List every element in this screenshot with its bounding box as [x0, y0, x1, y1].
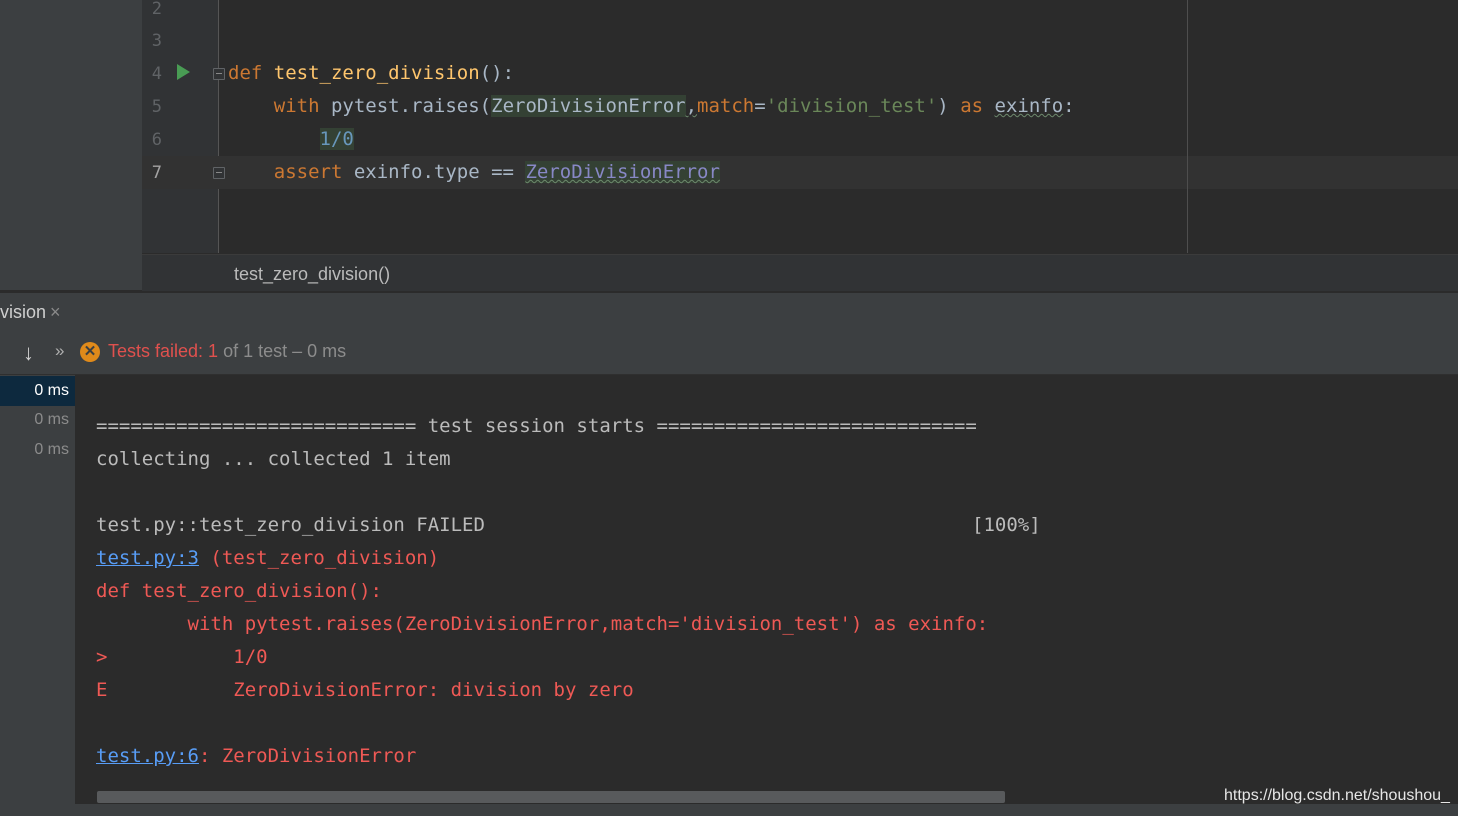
code-text: =	[754, 95, 766, 117]
console-line: collecting ... collected 1 item	[96, 448, 451, 470]
more-icon[interactable]: »	[55, 341, 64, 361]
console-text: (test_zero_division)	[198, 547, 440, 569]
code-text: pytest.raises(	[319, 95, 492, 117]
progress-percent: [100%]	[972, 514, 1041, 536]
code-line-5: with pytest.raises(ZeroDivisionError,mat…	[228, 95, 1075, 117]
line-number: 3	[151, 31, 162, 51]
console-line: test.py:3 (test_zero_division)	[96, 547, 439, 569]
status-bar	[0, 804, 1458, 816]
string-literal: 'division_test'	[765, 95, 938, 117]
line-number: 6	[151, 130, 162, 150]
fold-end-icon[interactable]	[213, 167, 225, 179]
test-duration-selected[interactable]: 0 ms	[0, 376, 75, 406]
code-text: )	[937, 95, 961, 117]
test-duration[interactable]: 0 ms	[0, 411, 69, 429]
run-tool-window-tabs: vision ×	[0, 292, 1458, 333]
code-text: ():	[479, 62, 515, 84]
console-error-line: E ZeroDivisionError: division by zero	[96, 679, 634, 701]
arrow-down-icon[interactable]: ↓	[23, 340, 34, 366]
test-runner-toolbar: ↓ » ✕ Tests failed: 1 of 1 test – 0 ms	[0, 332, 1458, 375]
project-panel-strip	[0, 0, 142, 290]
source-link[interactable]: test.py:3	[96, 547, 199, 569]
code-editor[interactable]	[219, 0, 1458, 253]
code-text: ,	[685, 95, 698, 117]
keyword: as	[960, 95, 984, 117]
param-name: match	[697, 95, 755, 117]
right-margin-guide	[1187, 0, 1188, 253]
code-text: :	[1063, 95, 1075, 117]
test-tree: 0 ms 0 ms 0 ms	[0, 375, 76, 816]
tests-failed-label: Tests failed: 1	[108, 341, 219, 361]
keyword: assert	[273, 161, 343, 183]
breadcrumb[interactable]: test_zero_division()	[234, 264, 390, 285]
function-name: test_zero_division	[273, 62, 480, 84]
code-text: exinfo.type ==	[342, 161, 526, 183]
close-icon[interactable]: ×	[50, 302, 61, 323]
source-link[interactable]: test.py:6	[96, 745, 199, 767]
console-line: test.py:6: ZeroDivisionError	[96, 745, 416, 767]
line-number: 4	[151, 64, 162, 84]
line-number: 5	[151, 97, 162, 117]
console-text: : ZeroDivisionError	[198, 745, 417, 767]
console-line: ============================ test sessio…	[96, 415, 977, 437]
fold-collapse-icon[interactable]	[213, 68, 225, 80]
watermark-text: https://blog.csdn.net/shoushou_	[1224, 787, 1450, 804]
variable-name: exinfo	[994, 95, 1064, 117]
breadcrumb-bar: test_zero_division()	[142, 254, 1458, 291]
line-number: 2	[151, 0, 162, 19]
console-error-line: > 1/0	[96, 646, 268, 668]
console-line: test.py::test_zero_division FAILED	[96, 514, 485, 536]
test-status: Tests failed: 1 of 1 test – 0 ms	[108, 341, 346, 362]
run-test-icon[interactable]	[177, 64, 190, 80]
fail-icon: ✕	[80, 342, 100, 362]
number-expression: 1/0	[319, 128, 354, 150]
line-number-current: 7	[151, 163, 162, 183]
test-duration[interactable]: 0 ms	[0, 441, 69, 459]
tests-summary: of 1 test – 0 ms	[218, 341, 347, 361]
keyword: with	[273, 95, 320, 117]
console-output[interactable]: ============================ test sessio…	[76, 375, 1458, 816]
console-error-line: with pytest.raises(ZeroDivisionError,mat…	[96, 613, 989, 635]
code-line-4: def test_zero_division():	[228, 62, 514, 84]
console-error-line: def test_zero_division():	[96, 580, 382, 602]
code-line-6: 1/0	[228, 128, 354, 150]
keyword: def	[228, 62, 263, 84]
horizontal-scrollbar[interactable]	[97, 791, 1005, 803]
class-name: ZeroDivisionError	[491, 95, 686, 117]
class-name: ZeroDivisionError	[525, 161, 720, 183]
code-line-7: assert exinfo.type == ZeroDivisionError	[228, 161, 720, 183]
tab-test-run[interactable]: vision	[0, 302, 46, 323]
